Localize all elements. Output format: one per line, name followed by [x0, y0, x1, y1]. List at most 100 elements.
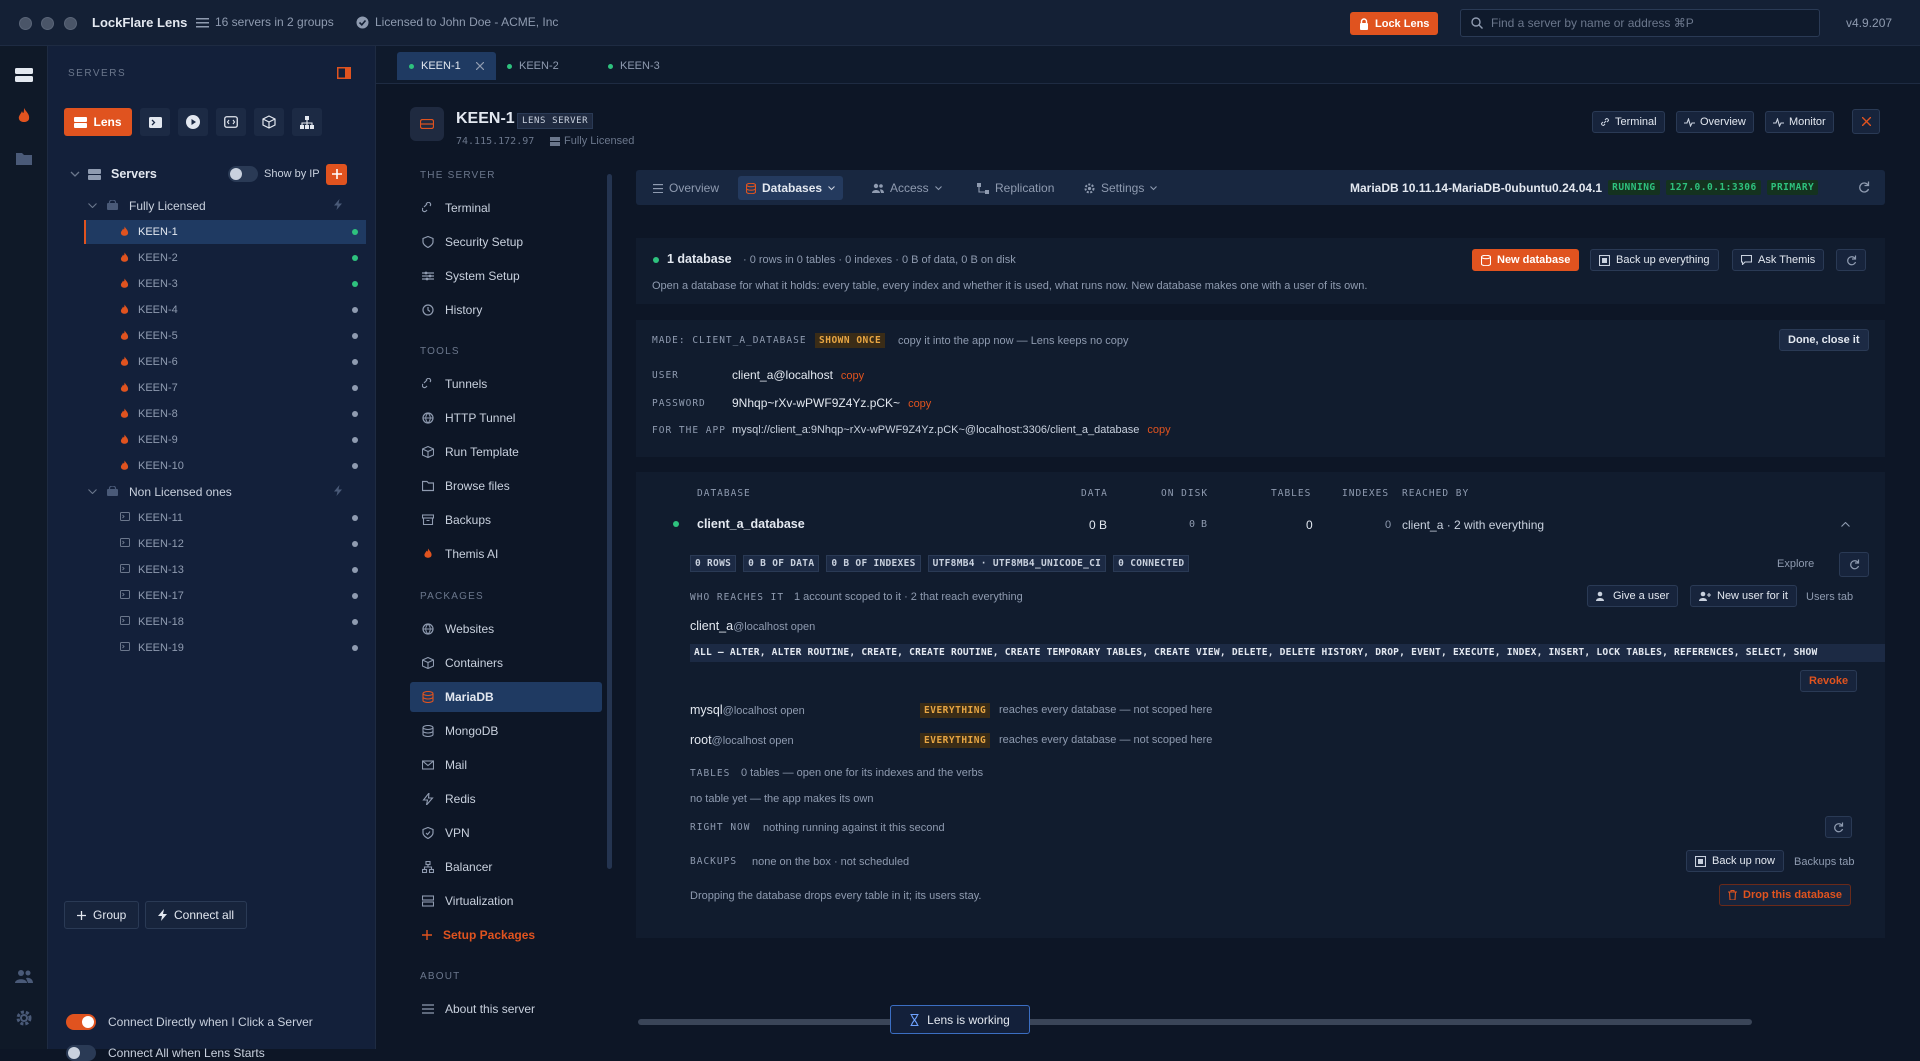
server-row-keen-19[interactable]: KEEN-19	[84, 636, 366, 660]
server-row-keen-17[interactable]: KEEN-17	[84, 584, 366, 608]
database-name[interactable]: client_a_database	[697, 517, 805, 531]
close-tab-icon[interactable]	[475, 62, 484, 70]
lens-button[interactable]: Lens	[64, 108, 132, 136]
tab-replication[interactable]: Replication	[969, 176, 1062, 200]
backup-everything-button[interactable]: Back up everything	[1590, 249, 1719, 271]
new-user-button[interactable]: New user for it	[1690, 585, 1797, 607]
nav-item-system-setup[interactable]: System Setup	[410, 261, 602, 291]
nav-item-backups[interactable]: Backups	[410, 505, 602, 535]
horizontal-scrollbar[interactable]	[638, 1019, 1752, 1025]
nav-item-redis[interactable]: Redis	[410, 784, 602, 814]
server-row-keen-8[interactable]: KEEN-8	[84, 402, 366, 426]
tab-keen-2[interactable]: KEEN-2	[495, 52, 571, 80]
nav-item-security-setup[interactable]: Security Setup	[410, 227, 602, 257]
nav-item-balancer[interactable]: Balancer	[410, 852, 602, 882]
table-row[interactable]: client_a_database 0 B 0 B 0 0 client_a ·…	[636, 510, 1885, 540]
nav-item-history[interactable]: History	[410, 295, 602, 325]
nav-item-browse-files[interactable]: Browse files	[410, 471, 602, 501]
nav-item-http-tunnel[interactable]: HTTP Tunnel	[410, 403, 602, 433]
tab-settings[interactable]: Settings	[1076, 176, 1165, 200]
nav-item-virtualization[interactable]: Virtualization	[410, 886, 602, 916]
connect-all-button[interactable]: Connect all	[145, 901, 248, 929]
ask-themis-button[interactable]: Ask Themis	[1732, 249, 1825, 271]
terminal-button[interactable]: Terminal	[1592, 111, 1665, 133]
flame-rail-icon[interactable]	[12, 104, 36, 128]
nav-item-mongodb[interactable]: MongoDB	[410, 716, 602, 746]
copy-dsn-link[interactable]: copy	[1147, 424, 1170, 436]
back-up-now-button[interactable]: Back up now	[1686, 850, 1784, 872]
server-row-keen-6[interactable]: KEEN-6	[84, 350, 366, 374]
chevron-up-icon[interactable]	[1841, 522, 1850, 527]
bolt-icon[interactable]	[334, 199, 342, 210]
connect-on-start-toggle[interactable]	[66, 1045, 96, 1061]
bolt-icon[interactable]	[334, 485, 342, 496]
nav-item-containers[interactable]: Containers	[410, 648, 602, 678]
code-quick-button[interactable]	[216, 108, 246, 136]
tab-keen-3[interactable]: KEEN-3	[596, 52, 672, 80]
close-server-button[interactable]	[1852, 109, 1880, 134]
refresh-detail-button[interactable]	[1839, 552, 1869, 577]
users-rail-icon[interactable]	[12, 964, 36, 988]
give-user-button[interactable]: Give a user	[1587, 585, 1679, 607]
tab-access[interactable]: Access	[864, 176, 950, 200]
nav-scrollbar[interactable]	[607, 174, 612, 869]
server-search-input[interactable]: Find a server by name or address ⌘P	[1460, 9, 1820, 37]
done-close-button[interactable]: Done, close it	[1779, 329, 1869, 351]
run-quick-button[interactable]	[178, 108, 208, 136]
lock-lens-button[interactable]: Lock Lens	[1350, 12, 1439, 35]
nav-item-themis-ai[interactable]: Themis AI	[410, 539, 602, 569]
explore-link[interactable]: Explore	[1777, 558, 1814, 570]
backups-tab-link[interactable]: Backups tab	[1794, 856, 1855, 868]
nav-item-websites[interactable]: Websites	[410, 614, 602, 644]
group-row[interactable]: Non Licensed ones	[86, 480, 366, 504]
connect-directly-toggle[interactable]	[66, 1014, 96, 1030]
server-row-keen-5[interactable]: KEEN-5	[84, 324, 366, 348]
network-quick-button[interactable]	[292, 108, 322, 136]
nav-item-terminal[interactable]: Terminal	[410, 193, 602, 223]
chevron-down-icon[interactable]	[88, 203, 97, 208]
nav-item-vpn[interactable]: VPN	[410, 818, 602, 848]
server-row-keen-13[interactable]: KEEN-13	[84, 558, 366, 582]
server-row-keen-12[interactable]: KEEN-12	[84, 532, 366, 556]
group-row[interactable]: Fully Licensed	[86, 194, 366, 218]
chevron-down-icon[interactable]	[70, 171, 80, 177]
copy-user-link[interactable]: copy	[841, 370, 864, 382]
tab-databases[interactable]: Databases	[738, 176, 844, 200]
monitor-button[interactable]: Monitor	[1765, 111, 1834, 133]
chevron-down-icon[interactable]	[88, 489, 97, 494]
nav-item-about-this-server[interactable]: About this server	[410, 994, 602, 1024]
package-quick-button[interactable]	[254, 108, 284, 136]
server-row-keen-2[interactable]: KEEN-2	[84, 246, 366, 270]
folder-rail-icon[interactable]	[12, 146, 36, 170]
window-minimize-control[interactable]	[41, 17, 54, 30]
nav-item-mail[interactable]: Mail	[410, 750, 602, 780]
refresh-activity-button[interactable]	[1825, 816, 1852, 838]
users-tab-link[interactable]: Users tab	[1806, 591, 1853, 603]
overview-button[interactable]: Overview	[1676, 111, 1754, 133]
new-database-button[interactable]: New database	[1472, 249, 1580, 271]
collapse-sidebar-icon[interactable]	[337, 67, 351, 79]
nav-item-run-template[interactable]: Run Template	[410, 437, 602, 467]
revoke-button[interactable]: Revoke	[1800, 670, 1858, 692]
tab-overview[interactable]: Overview	[645, 176, 727, 200]
server-row-keen-10[interactable]: KEEN-10	[84, 454, 366, 478]
server-row-keen-4[interactable]: KEEN-4	[84, 298, 366, 322]
add-group-button[interactable]: Group	[64, 901, 140, 929]
server-row-keen-18[interactable]: KEEN-18	[84, 610, 366, 634]
window-zoom-control[interactable]	[64, 17, 77, 30]
refresh-icon[interactable]	[1858, 181, 1870, 193]
server-row-keen-11[interactable]: KEEN-11	[84, 506, 366, 530]
setup-packages-link[interactable]: Setup Packages	[410, 920, 602, 950]
tab-keen-1[interactable]: KEEN-1	[397, 52, 496, 80]
drop-database-button[interactable]: Drop this database	[1719, 884, 1852, 906]
servers-rail-icon[interactable]	[12, 63, 36, 87]
gear-icon[interactable]	[12, 1006, 36, 1030]
nav-item-mariadb[interactable]: MariaDB	[410, 682, 602, 712]
server-row-keen-1[interactable]: KEEN-1	[84, 220, 366, 244]
copy-password-link[interactable]: copy	[908, 398, 931, 410]
show-by-ip-toggle[interactable]	[228, 166, 258, 182]
refresh-button[interactable]	[1836, 249, 1866, 271]
server-row-keen-9[interactable]: KEEN-9	[84, 428, 366, 452]
nav-item-tunnels[interactable]: Tunnels	[410, 369, 602, 399]
add-server-button[interactable]	[326, 163, 347, 185]
